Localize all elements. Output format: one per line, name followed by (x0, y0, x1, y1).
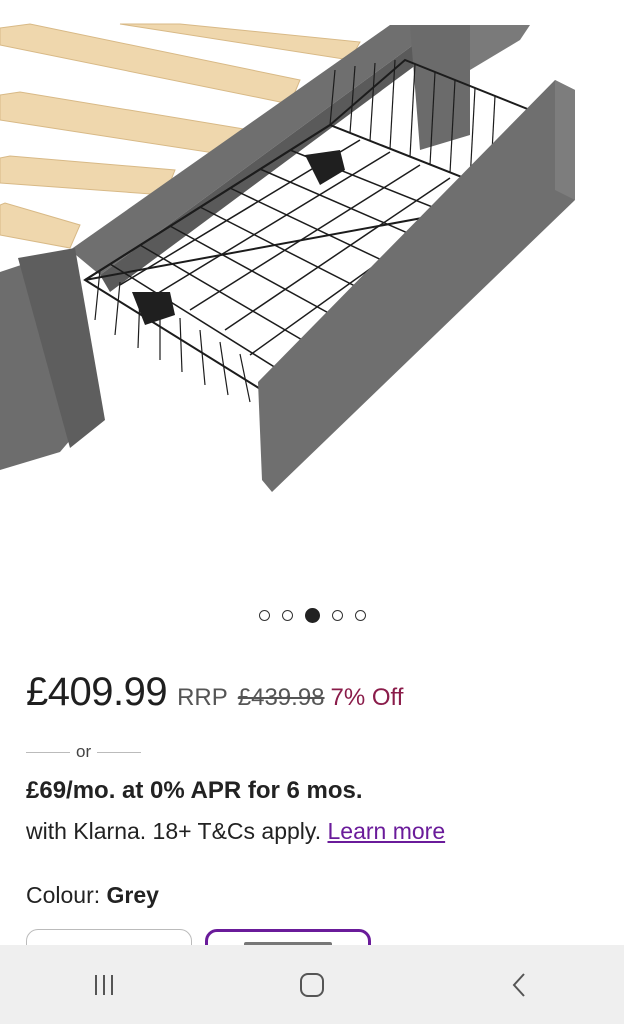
carousel-indicator (0, 608, 624, 623)
system-nav-bar (0, 945, 624, 1024)
learn-more-link[interactable]: Learn more (328, 818, 446, 844)
divider-line (26, 751, 70, 753)
back-icon (512, 972, 525, 997)
rrp-label: RRP (177, 684, 228, 711)
sale-price: £409.99 (26, 670, 168, 714)
carousel-dot[interactable] (354, 610, 366, 621)
colour-selector-label: Colour: Grey (26, 882, 159, 909)
recent-apps-button[interactable] (74, 960, 134, 1010)
financing-headline: £69/mo. at 0% APR for 6 mos. (26, 777, 363, 804)
back-button[interactable] (490, 960, 550, 1010)
colour-label: Colour: (26, 882, 101, 908)
divider-line (97, 751, 142, 753)
financing-subtext: with Klarna. 18+ T&Cs apply. Learn more (26, 818, 445, 845)
was-price: £439.98 (237, 684, 325, 711)
carousel-dot-active[interactable] (304, 608, 320, 623)
carousel-dot[interactable] (281, 610, 293, 621)
discount-badge: 7% Off (330, 684, 404, 711)
product-image[interactable] (0, 0, 624, 590)
or-label: or (76, 742, 92, 761)
colour-value: Grey (106, 882, 159, 908)
home-button[interactable] (282, 960, 342, 1010)
carousel-dot[interactable] (331, 610, 343, 621)
financing-terms: with Klarna. 18+ T&Cs apply. (26, 818, 322, 844)
or-divider: or (26, 742, 142, 762)
recent-apps-icon (95, 974, 113, 995)
home-icon (300, 972, 324, 997)
carousel-dot[interactable] (258, 610, 270, 621)
price-row: £409.99 RRP £439.98 7% Off (26, 670, 403, 715)
